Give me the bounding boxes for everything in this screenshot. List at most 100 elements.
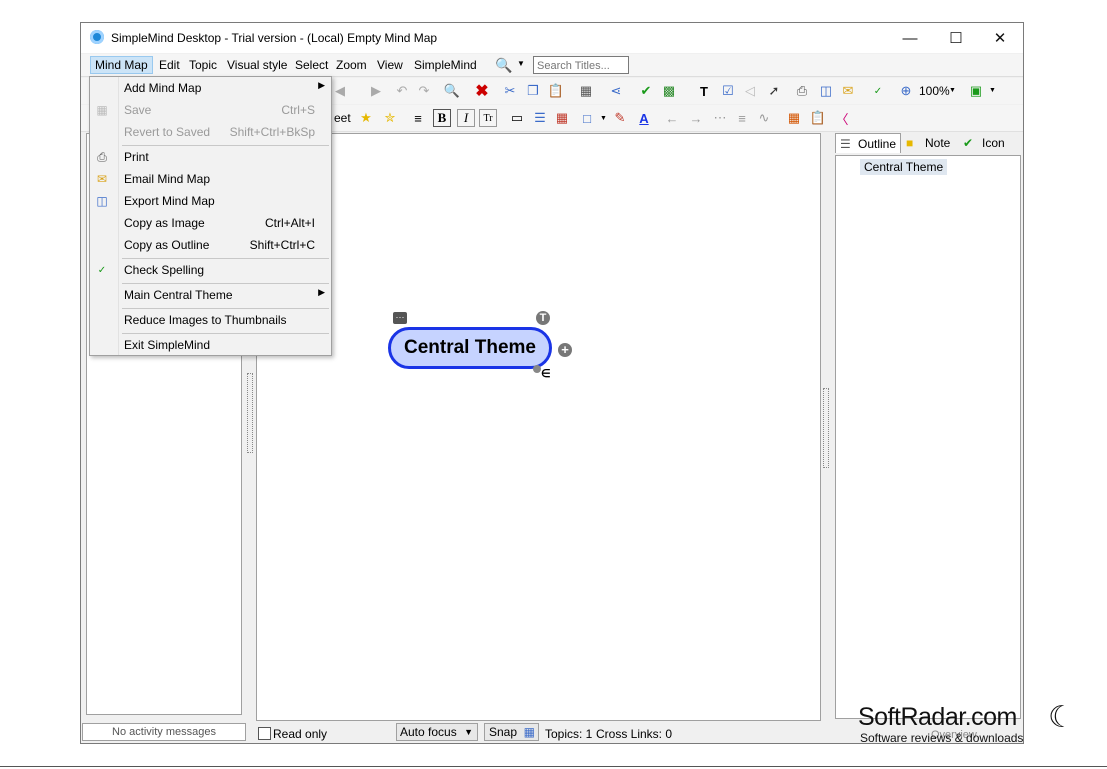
menu-item-save[interactable]: ▦ Save Ctrl+S (90, 99, 331, 121)
menu-mind-map[interactable]: Mind Map (90, 56, 153, 74)
italic-button[interactable]: I (457, 109, 475, 127)
close-button[interactable]: ✕ (977, 23, 1023, 53)
dotted-line-icon[interactable]: ⋯ (711, 109, 729, 127)
menu-simplemind[interactable]: SimpleMind (410, 57, 481, 73)
search-titles-input[interactable]: Search Titles... (533, 56, 629, 74)
eraser-icon[interactable]: 〈 (833, 109, 851, 127)
outline-icon: ☰ (840, 137, 851, 151)
simplemind-logo-icon (90, 30, 104, 44)
bottom-divider (0, 766, 1107, 767)
share-icon[interactable]: ⋖ (607, 82, 625, 100)
arrow-left-icon[interactable]: ← (663, 109, 681, 127)
central-theme-node[interactable]: Central Theme (388, 327, 552, 369)
border-color-icon[interactable]: □ (578, 109, 596, 127)
zoom-dropdown-icon[interactable]: ▼ (949, 87, 956, 94)
line-weight-icon[interactable]: ≡ (733, 109, 751, 127)
style-grid-icon[interactable]: ▦ (785, 109, 803, 127)
text-topic-icon[interactable]: T (695, 82, 713, 100)
link-handle-icon[interactable]: ∈ (541, 367, 551, 380)
fit-dropdown-icon[interactable]: ▼ (989, 87, 996, 94)
menu-visual-style[interactable]: Visual style (223, 57, 291, 73)
mind-map-canvas[interactable] (256, 133, 821, 721)
copy-icon[interactable]: ❐ (524, 82, 542, 100)
redo-icon[interactable]: ↷ (415, 82, 433, 100)
menu-item-copy-outline[interactable]: Copy as Outline Shift+Ctrl+C (90, 234, 331, 256)
tab-note[interactable]: ■ Note (903, 133, 957, 153)
node-more-button[interactable]: ··· (393, 312, 407, 324)
left-splitter[interactable] (247, 373, 253, 453)
paste-style-icon[interactable]: 📋 (809, 109, 827, 127)
spellcheck-toolbar-icon[interactable]: ✓ (869, 82, 887, 100)
tab-icon[interactable]: ✔ Icon (960, 133, 1014, 153)
stylesheet-label[interactable]: eet (334, 111, 351, 125)
line-style-icon[interactable]: ☰ (531, 109, 549, 127)
email-icon[interactable]: ✉ (839, 82, 857, 100)
checkbox-icon[interactable]: ☑ (719, 82, 737, 100)
menu-item-add-mind-map[interactable]: Add Mind Map ▶ (90, 77, 331, 99)
menu-item-print[interactable]: ⎙ Print (90, 146, 331, 168)
menu-item-reduce-images[interactable]: Reduce Images to Thumbnails (90, 309, 331, 331)
menu-item-revert[interactable]: Revert to Saved Shift+Ctrl+BkSp (90, 121, 331, 143)
node-text-badge[interactable]: T (536, 311, 550, 325)
menu-topic[interactable]: Topic (185, 57, 221, 73)
relation-icon[interactable]: ➚ (765, 82, 783, 100)
print-icon[interactable]: ⎙ (793, 82, 811, 100)
auto-focus-select[interactable]: Auto focus ▼ (396, 723, 478, 741)
bold-button[interactable]: B (433, 109, 451, 127)
align-center-icon[interactable]: ≡ (409, 109, 427, 127)
arrow-right-icon[interactable]: → (687, 109, 705, 127)
menu-item-exit[interactable]: Exit SimpleMind (90, 334, 331, 356)
image-icon[interactable]: ▩ (660, 82, 678, 100)
text-size-button[interactable]: Tr (479, 109, 497, 127)
add-topic-button[interactable]: + (558, 343, 572, 357)
find-icon[interactable]: 🔍 (443, 82, 461, 100)
zoom-icon[interactable]: ⊕ (897, 82, 915, 100)
maximize-button[interactable]: ☐ (933, 23, 979, 53)
menu-select[interactable]: Select (291, 57, 332, 73)
read-only-checkbox[interactable] (258, 727, 271, 740)
topics-count: Topics: 1 (545, 727, 593, 741)
menu-item-copy-image[interactable]: Copy as Image Ctrl+Alt+I (90, 212, 331, 234)
envelope-icon: ✉ (96, 172, 108, 186)
export-toolbar-icon[interactable]: ◫ (817, 82, 835, 100)
menu-item-email[interactable]: ✉ Email Mind Map (90, 168, 331, 190)
right-splitter[interactable] (823, 388, 829, 468)
menu-item-export[interactable]: ◫ Export Mind Map (90, 190, 331, 212)
save-icon: ▦ (96, 103, 108, 117)
delete-icon[interactable]: ✖ (473, 82, 491, 100)
star-add-icon[interactable]: ✮ (381, 109, 399, 127)
relation-handle[interactable] (533, 365, 541, 373)
auto-focus-label: Auto focus (400, 725, 457, 739)
star-icon[interactable]: ★ (357, 109, 375, 127)
color-palette-icon[interactable]: ▦ (553, 109, 571, 127)
fill-color-icon[interactable]: ✎ (611, 109, 629, 127)
menu-edit[interactable]: Edit (155, 57, 184, 73)
search-dropdown-icon[interactable]: ▼ (517, 59, 525, 68)
tab-outline[interactable]: ☰ Outline (835, 133, 901, 153)
nav-back-icon[interactable]: ◀ (331, 82, 349, 100)
border-shape-icon[interactable]: ▭ (508, 109, 526, 127)
menu-item-check-spelling[interactable]: ✓ Check Spelling (90, 259, 331, 281)
menu-item-main-central-theme[interactable]: Main Central Theme ▶ (90, 284, 331, 306)
nav-forward-icon[interactable]: ▶ (367, 82, 385, 100)
shape-icon[interactable]: ◁ (741, 82, 759, 100)
search-icon[interactable]: 🔍 (495, 57, 512, 74)
activity-message: No activity messages (82, 723, 246, 741)
curve-icon[interactable]: ∿ (755, 109, 773, 127)
menu-zoom[interactable]: Zoom (332, 57, 371, 73)
text-color-icon[interactable]: A (635, 109, 653, 127)
snap-button[interactable]: Snap ▦ (484, 723, 539, 741)
fit-page-icon[interactable]: ▣ (967, 82, 985, 100)
grid-icon: ▦ (523, 725, 535, 739)
zoom-level[interactable]: 100% (919, 84, 950, 98)
minimize-button[interactable]: — (887, 23, 933, 53)
paste-icon[interactable]: 📋 (547, 82, 565, 100)
insert-topic-icon[interactable]: ▦ (577, 82, 595, 100)
checkmark-icon[interactable]: ✔ (637, 82, 655, 100)
read-only-label[interactable]: Read only (273, 727, 327, 741)
cut-icon[interactable]: ✂ (501, 82, 519, 100)
outline-item-central-theme[interactable]: Central Theme (860, 159, 948, 175)
border-dropdown-icon[interactable]: ▼ (600, 115, 607, 122)
menu-view[interactable]: View (373, 57, 407, 73)
undo-icon[interactable]: ↶ (393, 82, 411, 100)
